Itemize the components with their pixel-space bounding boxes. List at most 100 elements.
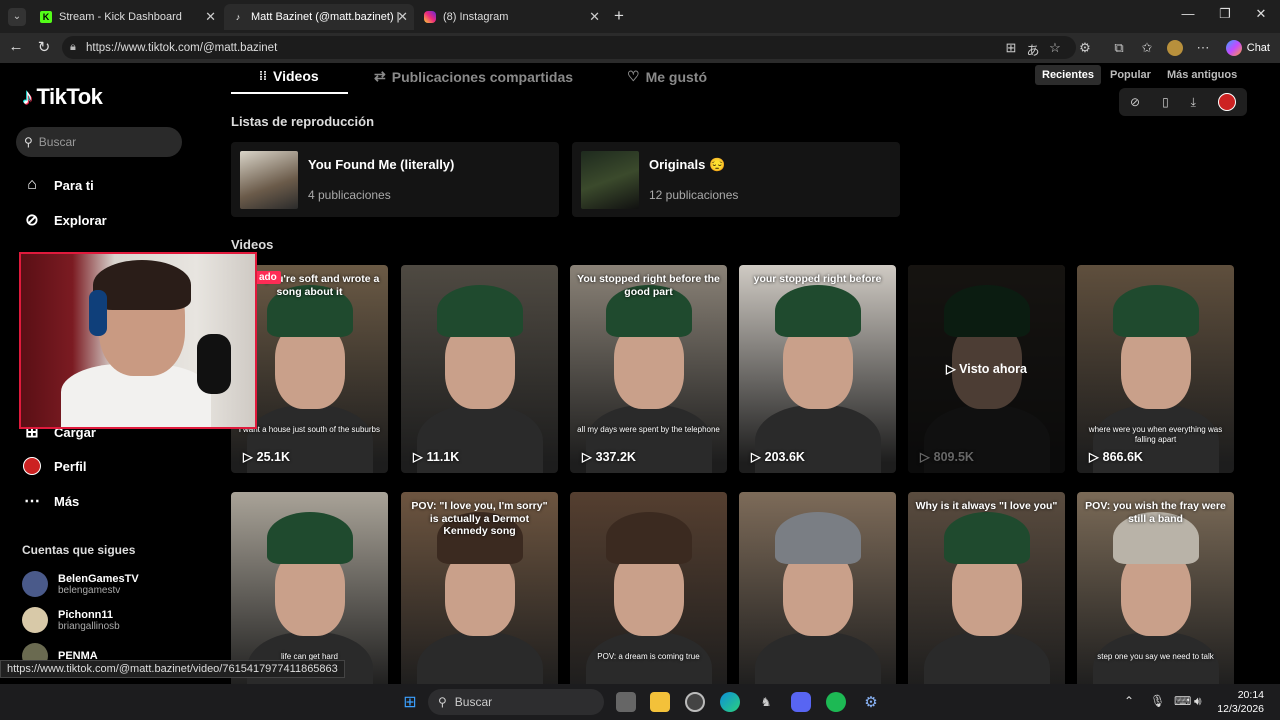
tab-publicaciones-compartidas[interactable]: ⇄ Publicaciones compartidas [374,68,573,85]
browser-toolbar: ← ↻ 🔒︎ https://www.tiktok.com/@matt.bazi… [0,33,1280,63]
taskbar-search[interactable]: ⚲ Buscar [428,689,604,715]
split-screen-icon[interactable]: ⧉ [1110,40,1128,56]
video-card[interactable]: You stopped right before the good part al… [570,265,727,473]
view-count-value: 809.5K [933,449,974,464]
view-count: ▷ 337.2K [582,449,636,465]
avatar [22,607,48,633]
playlists-title: Listas de reproducción [231,114,375,129]
video-card[interactable]: your stopped right before ▷ 203.6K [739,265,896,473]
settings-icon[interactable]: ⚙ [861,692,881,712]
video-card[interactable]: POV: "I love you, I'm sorry" is actually… [401,492,558,700]
following-account[interactable]: Pichonn11 briangallinosb [22,607,120,633]
watched-now-label: ▷ Visto ahora [908,361,1065,376]
sidebar-item-para-ti[interactable]: ⌂ Para ti [22,175,94,195]
discord-icon[interactable] [791,692,811,712]
close-tab-icon[interactable]: ✕ [589,9,600,25]
task-view-icon[interactable] [616,692,636,712]
video-caption: your stopped right before [753,273,882,285]
tab-instagram[interactable]: (8) Instagram ✕ [416,4,606,30]
video-thumbnail-hat [267,512,353,564]
chrome-icon[interactable] [685,692,705,712]
compass-icon: ⊘ [25,212,39,229]
tab-tiktok[interactable]: ♪ Matt Bazinet (@matt.bazinet) | Tik ✕ [224,4,414,30]
copilot-icon [1225,40,1242,56]
tab-videos[interactable]: ⁞⁞ Videos [259,68,319,84]
translate-icon[interactable]: あ [1024,40,1042,59]
playlist-card[interactable]: You Found Me (literally) 4 publicaciones [231,142,559,217]
minimize-icon[interactable]: — [1178,6,1198,21]
search-icon: ⚲ [438,695,447,709]
maximize-icon[interactable]: ❐ [1215,6,1235,22]
download-icon[interactable]: ⤓ [1191,95,1196,110]
video-card[interactable]: ▷ 11.1K [401,265,558,473]
account-handle: belengamestv [58,584,121,596]
video-card[interactable]: Why is it always "I love you" [908,492,1065,700]
search-icon: ⚲ [24,135,33,149]
video-card[interactable] [739,492,896,700]
video-card[interactable]: ▷ Visto ahora ▷ 809.5K [908,265,1065,473]
spotify-icon[interactable] [826,692,846,712]
video-thumbnail-hat [775,512,861,564]
windows-start-icon[interactable]: ⊞ [400,692,420,712]
playlist-card[interactable]: Originals 😔 12 publicaciones [572,142,900,217]
video-card[interactable]: POV: you wish the fray were still a band… [1077,492,1234,700]
avatar[interactable] [1217,93,1236,111]
back-icon[interactable]: ← [6,38,26,55]
close-tab-icon[interactable]: ✕ [205,9,216,25]
reader-icon[interactable]: ⊞ [1002,40,1020,56]
sidebar-item-mas[interactable]: ⋯ Más [22,491,79,511]
sort-mas-antiguos[interactable]: Más antiguos [1160,65,1244,85]
favorites-icon[interactable]: ✩ [1138,40,1156,56]
reload-icon[interactable]: ↻ [34,38,54,56]
sort-popular[interactable]: Popular [1103,65,1158,85]
taskbar-clock[interactable]: 20:14 12/3/2026 [1217,688,1264,716]
microphone-icon[interactable]: 🎙︎ [1150,694,1165,708]
volume-icon[interactable]: 🔊︎ [1194,694,1202,709]
sidebar-item-perfil[interactable]: Perfil [22,456,87,476]
account-handle: briangallinosb [58,620,120,632]
view-count: ▷ 866.6K [1089,449,1143,465]
search-input[interactable]: ⚲ Buscar [16,127,182,157]
close-tab-icon[interactable]: ✕ [397,9,408,25]
home-icon: ⌂ [27,176,37,193]
search-placeholder: Buscar [38,135,77,149]
tiktok-note-icon: ♪ [22,84,33,109]
grid-icon: ⁞⁞ [259,69,267,83]
chevron-up-icon[interactable]: ⌃ [1124,694,1134,708]
tiktok-logo[interactable]: ♪ TikTok [22,84,103,110]
chat-label: Chat [1246,42,1270,54]
favorite-star-icon[interactable]: ☆ [1046,40,1064,56]
video-card[interactable]: POV: a dream is coming true [570,492,727,700]
profile-avatar-icon[interactable] [1166,40,1184,59]
address-bar[interactable]: 🔒︎ https://www.tiktok.com/@matt.bazinet [62,36,1076,59]
copilot-chat-button[interactable]: Chat [1225,40,1270,56]
video-card[interactable]: where were you when everything was falli… [1077,265,1234,473]
compass-icon[interactable]: ⊘ [1130,95,1140,109]
video-thumbnail-hat [1113,285,1199,337]
play-icon: ▷ [413,450,423,464]
tab-kick[interactable]: K Stream - Kick Dashboard ✕ [32,4,222,30]
edge-icon[interactable] [720,692,740,712]
site-info-icon[interactable]: 🔒︎ [70,41,76,54]
tab-label: Videos [273,68,319,84]
video-thumbnail-hat [775,285,861,337]
chess-app-icon[interactable]: ♞ [756,692,776,712]
more-icon: ⋯ [24,493,40,510]
sort-recientes[interactable]: Recientes [1035,65,1101,85]
sidebar-item-explorar[interactable]: ⊘ Explorar [22,210,106,230]
play-icon: ▷ [243,450,253,464]
following-account[interactable]: BelenGamesTV belengamestv [22,571,139,597]
video-thumbnail-hat [944,285,1030,337]
close-window-icon[interactable]: ✕ [1251,6,1271,22]
extensions-icon[interactable]: ⚙ [1076,40,1094,56]
menu-dots-icon[interactable]: ⋯ [1194,40,1212,56]
network-icon[interactable]: ⌨ [1174,694,1191,708]
video-caption: POV: "I love you, I'm sorry" is actually… [411,500,548,538]
phone-icon[interactable]: ▯ [1162,95,1169,109]
tab-me-gusto[interactable]: ♡ Me gustó [627,68,707,85]
tab-actions-icon[interactable]: ⌄ [8,8,26,26]
new-tab-icon[interactable]: + [614,6,624,26]
file-explorer-icon[interactable] [650,692,670,712]
heart-icon: ♡ [627,68,640,84]
video-subtitle: all my days were spent by the telephone [577,425,720,434]
